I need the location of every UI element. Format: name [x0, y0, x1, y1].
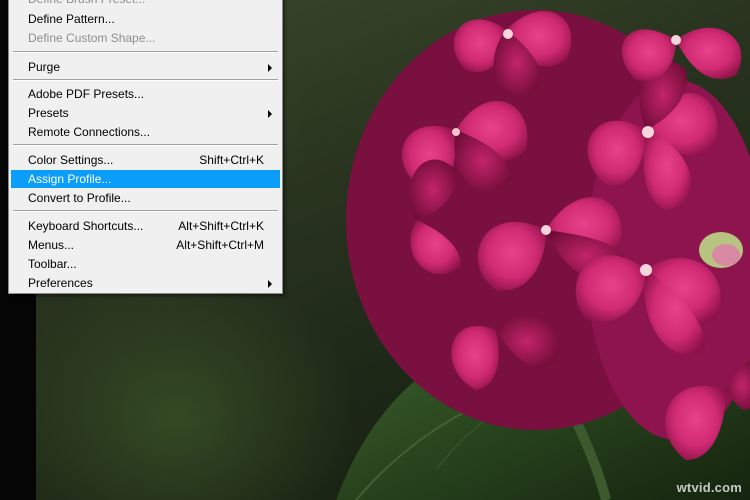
- menu-item-define-brush-preset[interactable]: Define Brush Preset...: [11, 0, 280, 8]
- menu-item-assign-profile[interactable]: Assign Profile...: [11, 170, 280, 188]
- menu-item-define-custom-shape[interactable]: Define Custom Shape...: [11, 29, 280, 47]
- menu-item-adobe-pdf-presets[interactable]: Adobe PDF Presets...: [11, 85, 280, 103]
- menu-item-preferences[interactable]: Preferences: [11, 274, 280, 292]
- menu-item-label: Remote Connections...: [28, 125, 151, 139]
- menu-item-label: Presets: [28, 106, 69, 120]
- menu-separator: [13, 144, 278, 146]
- menu-item-convert-to-profile[interactable]: Convert to Profile...: [11, 189, 280, 207]
- submenu-arrow-icon: [268, 64, 272, 72]
- menu-item-label: Convert to Profile...: [28, 191, 131, 205]
- menu-item-remote-connections[interactable]: Remote Connections...: [11, 123, 280, 141]
- menu-item-label: Define Brush Preset...: [28, 0, 145, 8]
- submenu-arrow-icon: [268, 110, 272, 118]
- menu-item-label: Toolbar...: [28, 257, 77, 271]
- menu-item-label: Define Pattern...: [28, 12, 115, 26]
- menu-item-menus[interactable]: Menus... Alt+Shift+Ctrl+M: [11, 236, 280, 254]
- menu-item-label: Menus...: [28, 238, 75, 252]
- menu-separator: [13, 79, 278, 81]
- menu-item-label: Adobe PDF Presets...: [28, 87, 145, 101]
- menu-item-shortcut: Alt+Shift+Ctrl+M: [176, 238, 264, 252]
- submenu-arrow-icon: [268, 280, 272, 288]
- menu-item-keyboard-shortcuts[interactable]: Keyboard Shortcuts... Alt+Shift+Ctrl+K: [11, 217, 280, 235]
- edit-menu: Define Brush Preset... Define Pattern...…: [8, 0, 283, 294]
- menu-item-label: Purge: [28, 60, 61, 74]
- photoshop-workspace: Define Brush Preset... Define Pattern...…: [0, 0, 750, 500]
- menu-item-label: Assign Profile...: [28, 172, 112, 186]
- menu-item-label: Keyboard Shortcuts...: [28, 219, 144, 233]
- watermark: wtvid.com: [676, 480, 742, 495]
- menu-separator: [13, 51, 278, 53]
- menu-item-label: Define Custom Shape...: [28, 31, 156, 45]
- menu-item-presets[interactable]: Presets: [11, 104, 280, 122]
- menu-item-purge[interactable]: Purge: [11, 58, 280, 76]
- menu-item-label: Preferences: [28, 276, 93, 290]
- menu-item-define-pattern[interactable]: Define Pattern...: [11, 10, 280, 28]
- menu-separator: [13, 210, 278, 212]
- menu-item-toolbar[interactable]: Toolbar...: [11, 255, 280, 273]
- menu-item-shortcut: Shift+Ctrl+K: [199, 153, 264, 167]
- menu-item-label: Color Settings...: [28, 153, 114, 167]
- menu-item-color-settings[interactable]: Color Settings... Shift+Ctrl+K: [11, 151, 280, 169]
- menu-item-shortcut: Alt+Shift+Ctrl+K: [178, 219, 264, 233]
